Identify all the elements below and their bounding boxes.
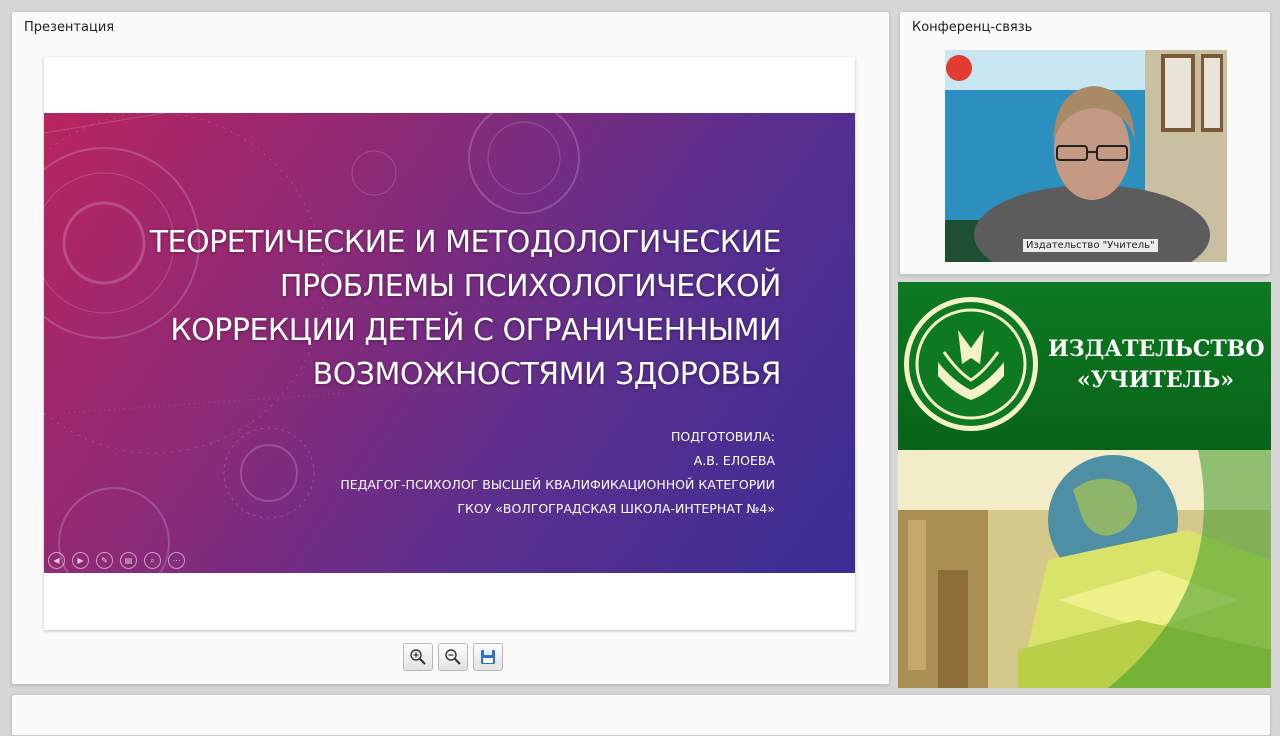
previous-icon[interactable]: ◀ [48, 552, 65, 569]
publisher-logo-icon [904, 297, 1038, 431]
slide-title-line: ТЕОРЕТИЧЕСКИЕ И МЕТОДОЛОГИЧЕСКИЕ [149, 225, 782, 260]
slide-controls: ◀ ▶ ✎ ▤ ⌕ ⋯ [48, 552, 185, 569]
conference-panel-title: Конференц-связь [912, 20, 1033, 35]
zoom-in-icon [410, 649, 426, 665]
books-globe-illustration [898, 450, 1271, 688]
subtitle-line: ГКОУ «ВОЛГОГРАДСКАЯ ШКОЛА-ИНТЕРНАТ №4» [457, 501, 775, 516]
zoom-in-button[interactable] [403, 643, 433, 671]
save-button[interactable] [473, 643, 503, 671]
pen-icon[interactable]: ✎ [96, 552, 113, 569]
presentation-panel: Презентация ТЕОРЕТИЧЕСКИЕ И МЕТОДОЛОГИЧЕ… [11, 11, 890, 685]
bottom-bar [11, 694, 1271, 736]
subtitle-line: А.В. ЕЛОЕВА [693, 453, 775, 468]
slide-title: ТЕОРЕТИЧЕСКИЕ И МЕТОДОЛОГИЧЕСКИЕ ПРОБЛЕМ… [121, 221, 782, 397]
zoom-out-icon [445, 649, 461, 665]
slide[interactable]: ТЕОРЕТИЧЕСКИЕ И МЕТОДОЛОГИЧЕСКИЕ ПРОБЛЕМ… [44, 113, 855, 573]
slide-title-line: ВОЗМОЖНОСТЯМИ ЗДОРОВЬЯ [312, 357, 782, 392]
slide-title-line: ПРОБЛЕМЫ ПСИХОЛОГИЧЕСКОЙ [279, 269, 782, 304]
save-icon [481, 650, 495, 664]
zoom-out-button[interactable] [438, 643, 468, 671]
slide-canvas: ТЕОРЕТИЧЕСКИЕ И МЕТОДОЛОГИЧЕСКИЕ ПРОБЛЕМ… [44, 57, 855, 630]
speaker-video-frame [945, 50, 1227, 262]
subtitle-line: ПЕДАГОГ-ПСИХОЛОГ ВЫСШЕЙ КВАЛИФИКАЦИОННОЙ… [340, 477, 775, 492]
publisher-logo-panel: ИЗДАТЕЛЬСТВО «УЧИТЕЛЬ» [898, 282, 1271, 450]
slide-title-line: КОРРЕКЦИИ ДЕТЕЙ С ОГРАНИЧЕННЫМИ [170, 313, 781, 348]
presentation-panel-title: Презентация [24, 20, 115, 35]
speaker-label: Издательство "Учитель" [1023, 239, 1158, 252]
conference-panel: Конференц-связь Издательство "Учитель" [899, 11, 1271, 275]
slides-icon[interactable]: ▤ [120, 552, 137, 569]
next-icon[interactable]: ▶ [72, 552, 89, 569]
publisher-name-line: «УЧИТЕЛЬ» [1077, 367, 1234, 393]
more-icon[interactable]: ⋯ [168, 552, 185, 569]
zoom-icon[interactable]: ⌕ [144, 552, 161, 569]
publisher-name-line: ИЗДАТЕЛЬСТВО [1048, 336, 1265, 362]
presentation-toolbar [403, 643, 503, 671]
subtitle-line: ПОДГОТОВИЛА: [670, 429, 775, 444]
slide-subtitle: ПОДГОТОВИЛА: А.В. ЕЛОЕВА ПЕДАГОГ-ПСИХОЛО… [255, 425, 775, 521]
speaker-video[interactable]: Издательство "Учитель" [945, 50, 1227, 262]
books-image [898, 450, 1271, 688]
publisher-name: ИЗДАТЕЛЬСТВО «УЧИТЕЛЬ» [1048, 334, 1265, 396]
